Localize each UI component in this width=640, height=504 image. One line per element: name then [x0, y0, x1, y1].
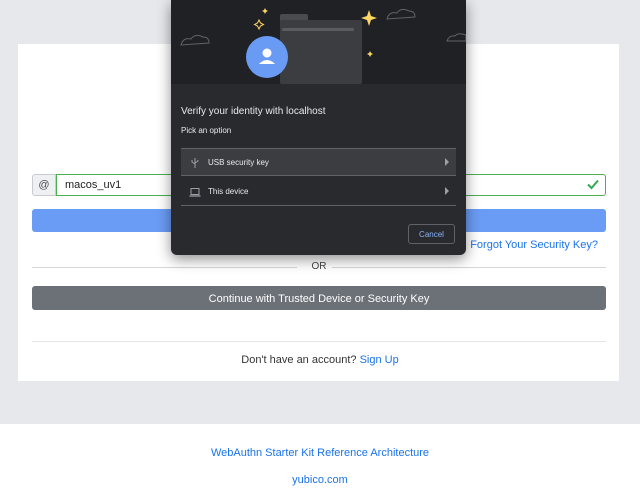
sparkle-icon [262, 8, 268, 14]
option-usb-security-key[interactable]: USB security key [181, 148, 456, 176]
dialog-illustration-art [180, 8, 466, 84]
reference-architecture-link[interactable]: WebAuthn Starter Kit Reference Architect… [0, 447, 640, 459]
option-label: USB security key [208, 158, 269, 167]
cloud-icon [386, 8, 416, 20]
cancel-button[interactable]: Cancel [408, 224, 455, 244]
footer: WebAuthn Starter Kit Reference Architect… [0, 424, 640, 504]
card-divider [32, 341, 606, 342]
webauthn-dialog: Verify your identity with localhost Pick… [171, 0, 466, 255]
dialog-title: Verify your identity with localhost [181, 106, 326, 117]
forgot-security-key-link[interactable]: Forgot Your Security Key? [470, 239, 598, 251]
or-divider: OR [32, 260, 606, 274]
signup-link[interactable]: Sign Up [360, 354, 399, 366]
laptop-icon [189, 188, 201, 197]
option-label: This device [208, 187, 249, 196]
dialog-illustration [171, 0, 466, 84]
sparkle-icon [361, 10, 377, 26]
chevron-right-icon [445, 158, 449, 166]
sparkle-icon [367, 51, 373, 57]
chevron-right-icon [445, 187, 449, 195]
at-prefix: @ [32, 174, 56, 196]
yubico-link[interactable]: yubico.com [0, 474, 640, 486]
cloud-icon [446, 33, 466, 42]
signup-prompt: Don't have an account? [241, 354, 357, 366]
check-icon [587, 179, 599, 190]
option-this-device[interactable]: This device [181, 178, 456, 206]
dialog-subtitle: Pick an option [181, 126, 232, 135]
usb-icon [191, 158, 199, 168]
sparkle-icon [253, 18, 265, 31]
or-line-right [332, 267, 606, 268]
cloud-icon [180, 34, 210, 46]
signup-row: Don't have an account? Sign Up [0, 354, 640, 366]
continue-trusted-device-button[interactable]: Continue with Trusted Device or Security… [32, 286, 606, 310]
